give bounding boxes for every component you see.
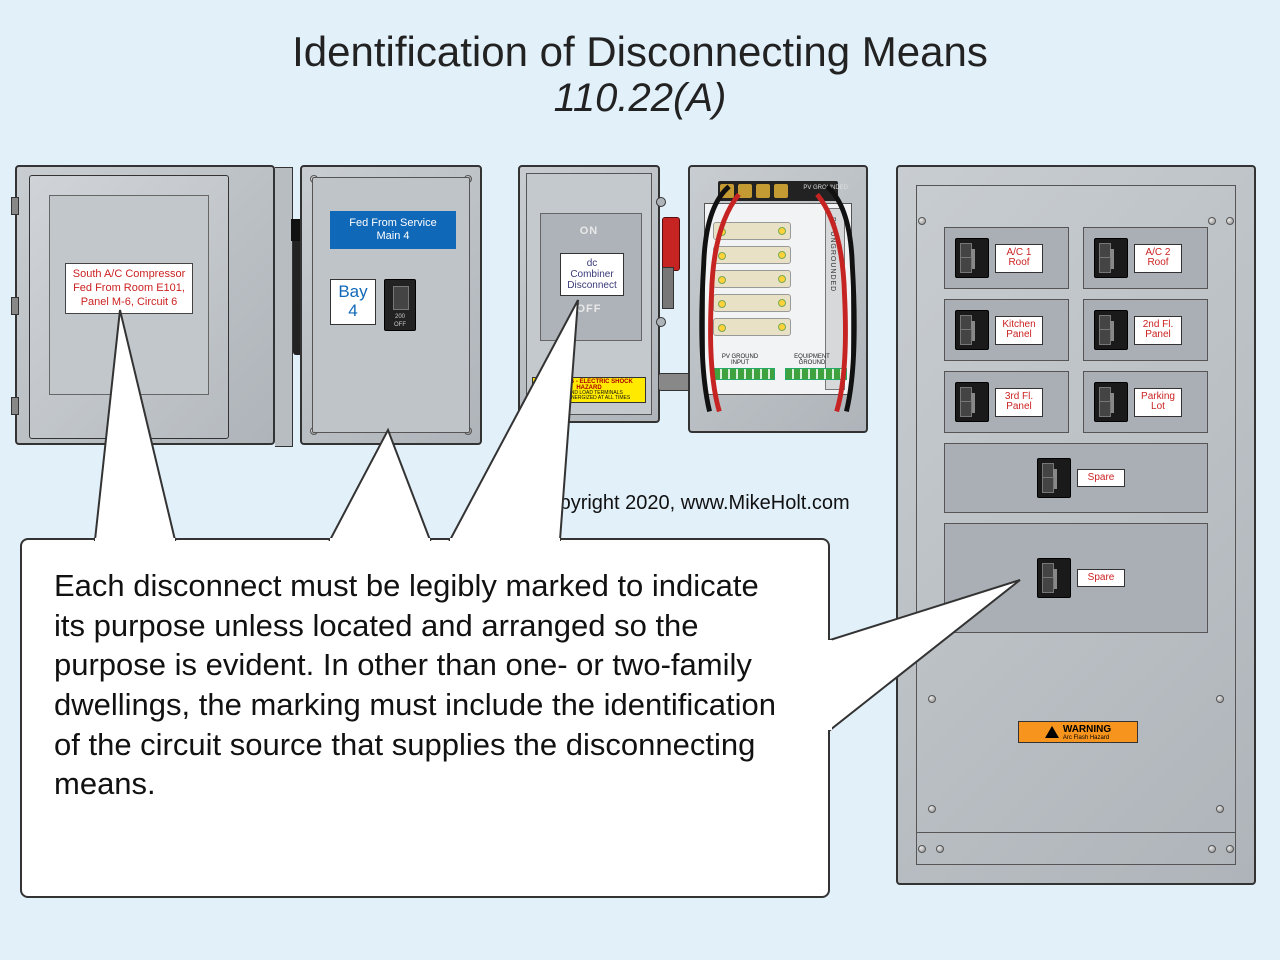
breaker-2ndfl: 2nd Fl.Panel bbox=[1083, 299, 1208, 361]
dc-disconnect-closed: ON OFF dc Combiner Disconnect WARNING - … bbox=[518, 165, 660, 423]
pv-combiner-box: PV GROUNDED PV UNGROUNDED PV GROUND INPU… bbox=[688, 165, 868, 433]
disconnect-handle bbox=[662, 217, 680, 271]
disconnect2-bay-label: Bay 4 bbox=[330, 279, 376, 325]
breaker-ac2: A/C 2Roof bbox=[1083, 227, 1208, 289]
breaker-cells: A/C 1Roof A/C 2Roof KitchenPanel 2nd Fl.… bbox=[944, 227, 1208, 643]
breaker-kitchen: KitchenPanel bbox=[944, 299, 1069, 361]
disconnect2-fed-from: Fed From Service Main 4 bbox=[330, 211, 456, 249]
dc-combiner-tag: dc Combiner Disconnect bbox=[560, 253, 624, 296]
breaker-3rdfl: 3rd Fl.Panel bbox=[944, 371, 1069, 433]
title-line-2: 110.22(A) bbox=[0, 76, 1280, 121]
figure-title: Identification of Disconnecting Means 11… bbox=[0, 0, 1280, 121]
breaker-spare-1: Spare bbox=[944, 443, 1208, 513]
combiner-wires bbox=[690, 167, 866, 429]
warning-triangle-icon bbox=[1045, 726, 1059, 738]
main-breaker: ON 200 OFF bbox=[384, 279, 416, 331]
breaker-ac1: A/C 1Roof bbox=[944, 227, 1069, 289]
on-label: ON bbox=[520, 225, 658, 237]
safety-switch-open: South A/C Compressor Fed From Room E101,… bbox=[15, 165, 275, 445]
panelboard: A/C 1Roof A/C 2Roof KitchenPanel 2nd Fl.… bbox=[896, 165, 1256, 885]
shock-hazard-warning: WARNING - ELECTRIC SHOCK HAZARD LINE AND… bbox=[532, 377, 646, 403]
breaker-parking: ParkingLot bbox=[1083, 371, 1208, 433]
breaker-spare-2: Spare bbox=[944, 523, 1208, 633]
disconnect1-label: South A/C Compressor Fed From Room E101,… bbox=[65, 263, 193, 314]
explanation-callout: Each disconnect must be legibly marked t… bbox=[20, 538, 830, 898]
copyright-text: Copyright 2020, www.MikeHolt.com bbox=[534, 492, 850, 515]
title-line-1: Identification of Disconnecting Means bbox=[0, 28, 1280, 76]
off-label: OFF bbox=[520, 303, 658, 315]
arc-flash-warning: WARNING Arc Flash Hazard bbox=[1018, 721, 1138, 743]
breaker-enclosure: Fed From Service Main 4 Bay 4 ON 200 OFF bbox=[300, 165, 482, 445]
